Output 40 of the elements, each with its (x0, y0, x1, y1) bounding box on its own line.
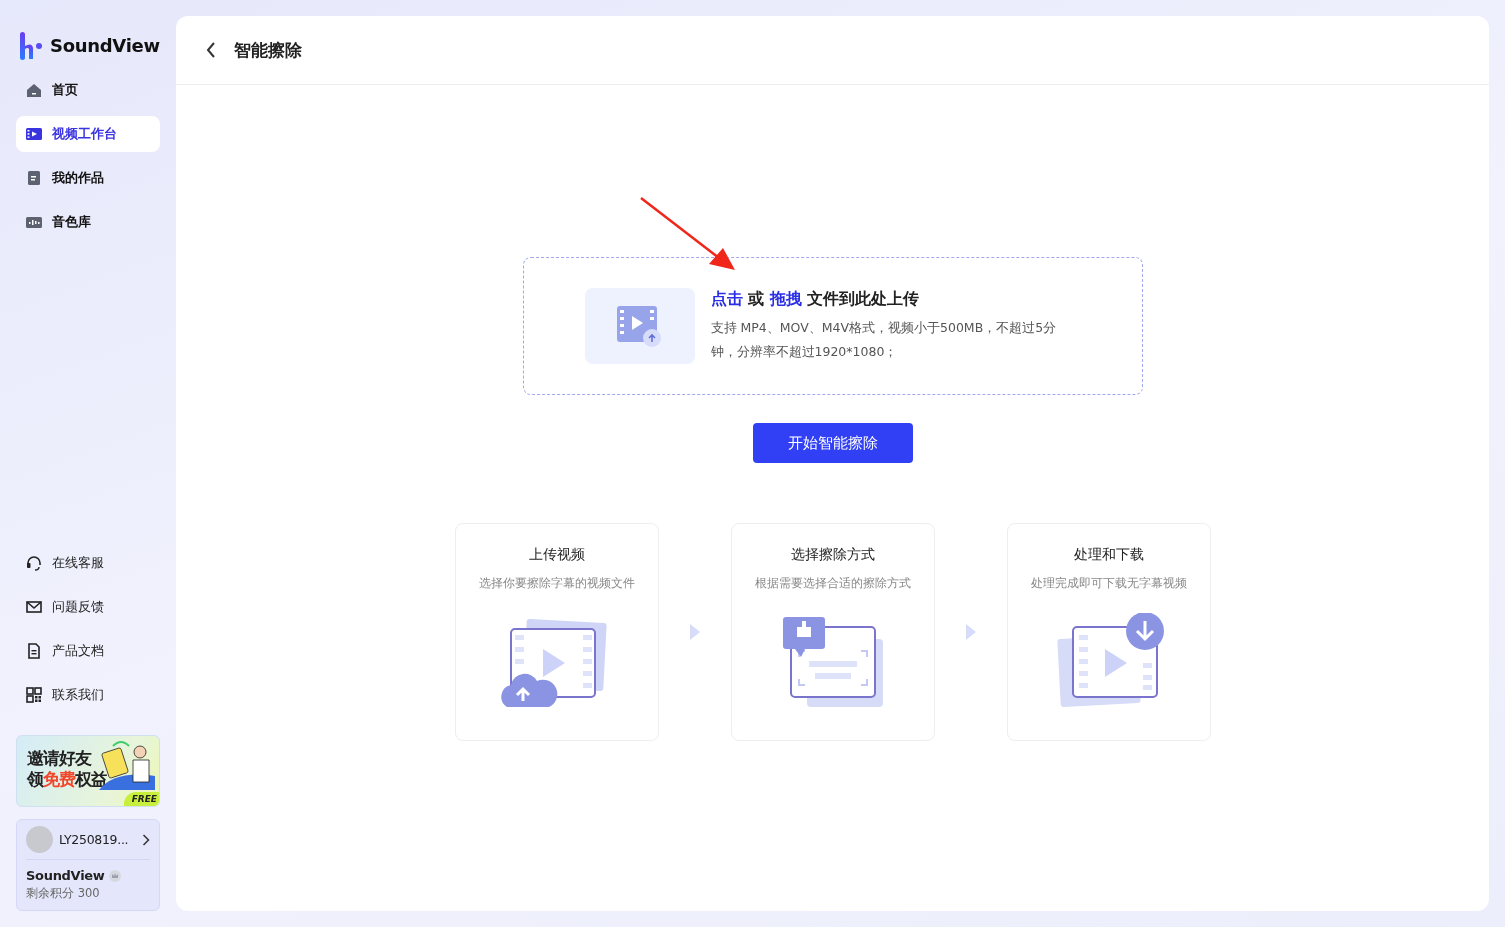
back-icon[interactable] (206, 42, 216, 58)
sidebar-link[interactable]: 在线客服 (16, 545, 160, 581)
crown-icon (108, 869, 121, 882)
sidebar-link[interactable]: 联系我们 (16, 677, 160, 713)
upload-dropzone[interactable]: 点击 或 拖拽 文件到此处上传 支持 MP4、MOV、M4V格式，视频小于500MB，不超过5分钟，分辨率不超过1920*1080； (522, 257, 1143, 395)
film-icon (25, 125, 43, 143)
document-icon (25, 642, 43, 660)
logo-icon (20, 31, 42, 60)
step-title: 选择擦除方式 (790, 546, 875, 564)
step-title: 上传视频 (528, 546, 585, 564)
step-title: 处理和下载 (1073, 546, 1144, 564)
brand-name: SoundView (50, 35, 160, 56)
credits-text: 剩余积分 300 (26, 886, 101, 901)
step-description: 选择你要擦除字幕的视频文件 (478, 576, 635, 591)
document-icon (25, 169, 43, 187)
username[interactable]: LY250819... (59, 832, 136, 847)
upload-instruction: 点击 或 拖拽 文件到此处上传 (710, 288, 921, 310)
sidebar-link[interactable]: 产品文档 (16, 633, 160, 669)
nav-item[interactable]: 音色库 (16, 204, 160, 240)
page-title: 智能擦除 (234, 38, 302, 62)
step-description: 处理完成即可下载无字幕视频 (1030, 576, 1187, 591)
triangle-arrow-icon (688, 623, 701, 641)
product-name: SoundView (26, 868, 105, 883)
mail-icon (25, 598, 43, 616)
home-icon (25, 81, 43, 99)
start-erase-button[interactable]: 开始智能擦除 (752, 423, 913, 463)
avatar (26, 826, 53, 853)
headset-icon (25, 554, 43, 572)
triangle-arrow-icon (964, 623, 977, 641)
free-badge: FREE (123, 792, 159, 806)
nav-item[interactable]: 我的作品 (16, 160, 160, 196)
qr-code-icon (25, 686, 43, 704)
sidebar-link[interactable]: 问题反馈 (16, 589, 160, 625)
upload-requirements: 支持 MP4、MOV、M4V格式，视频小于500MB，不超过5分钟，分辨率不超过1920*1080； (710, 318, 1058, 361)
invite-text: 邀请好友 (27, 747, 91, 770)
nav-item[interactable]: 首页 (16, 72, 160, 108)
chevron-right-icon[interactable] (142, 833, 150, 846)
nav-item[interactable]: 视频工作台 (16, 116, 160, 152)
upload-video-icon (584, 288, 695, 364)
step-description: 根据需要选择合适的擦除方式 (754, 576, 911, 591)
